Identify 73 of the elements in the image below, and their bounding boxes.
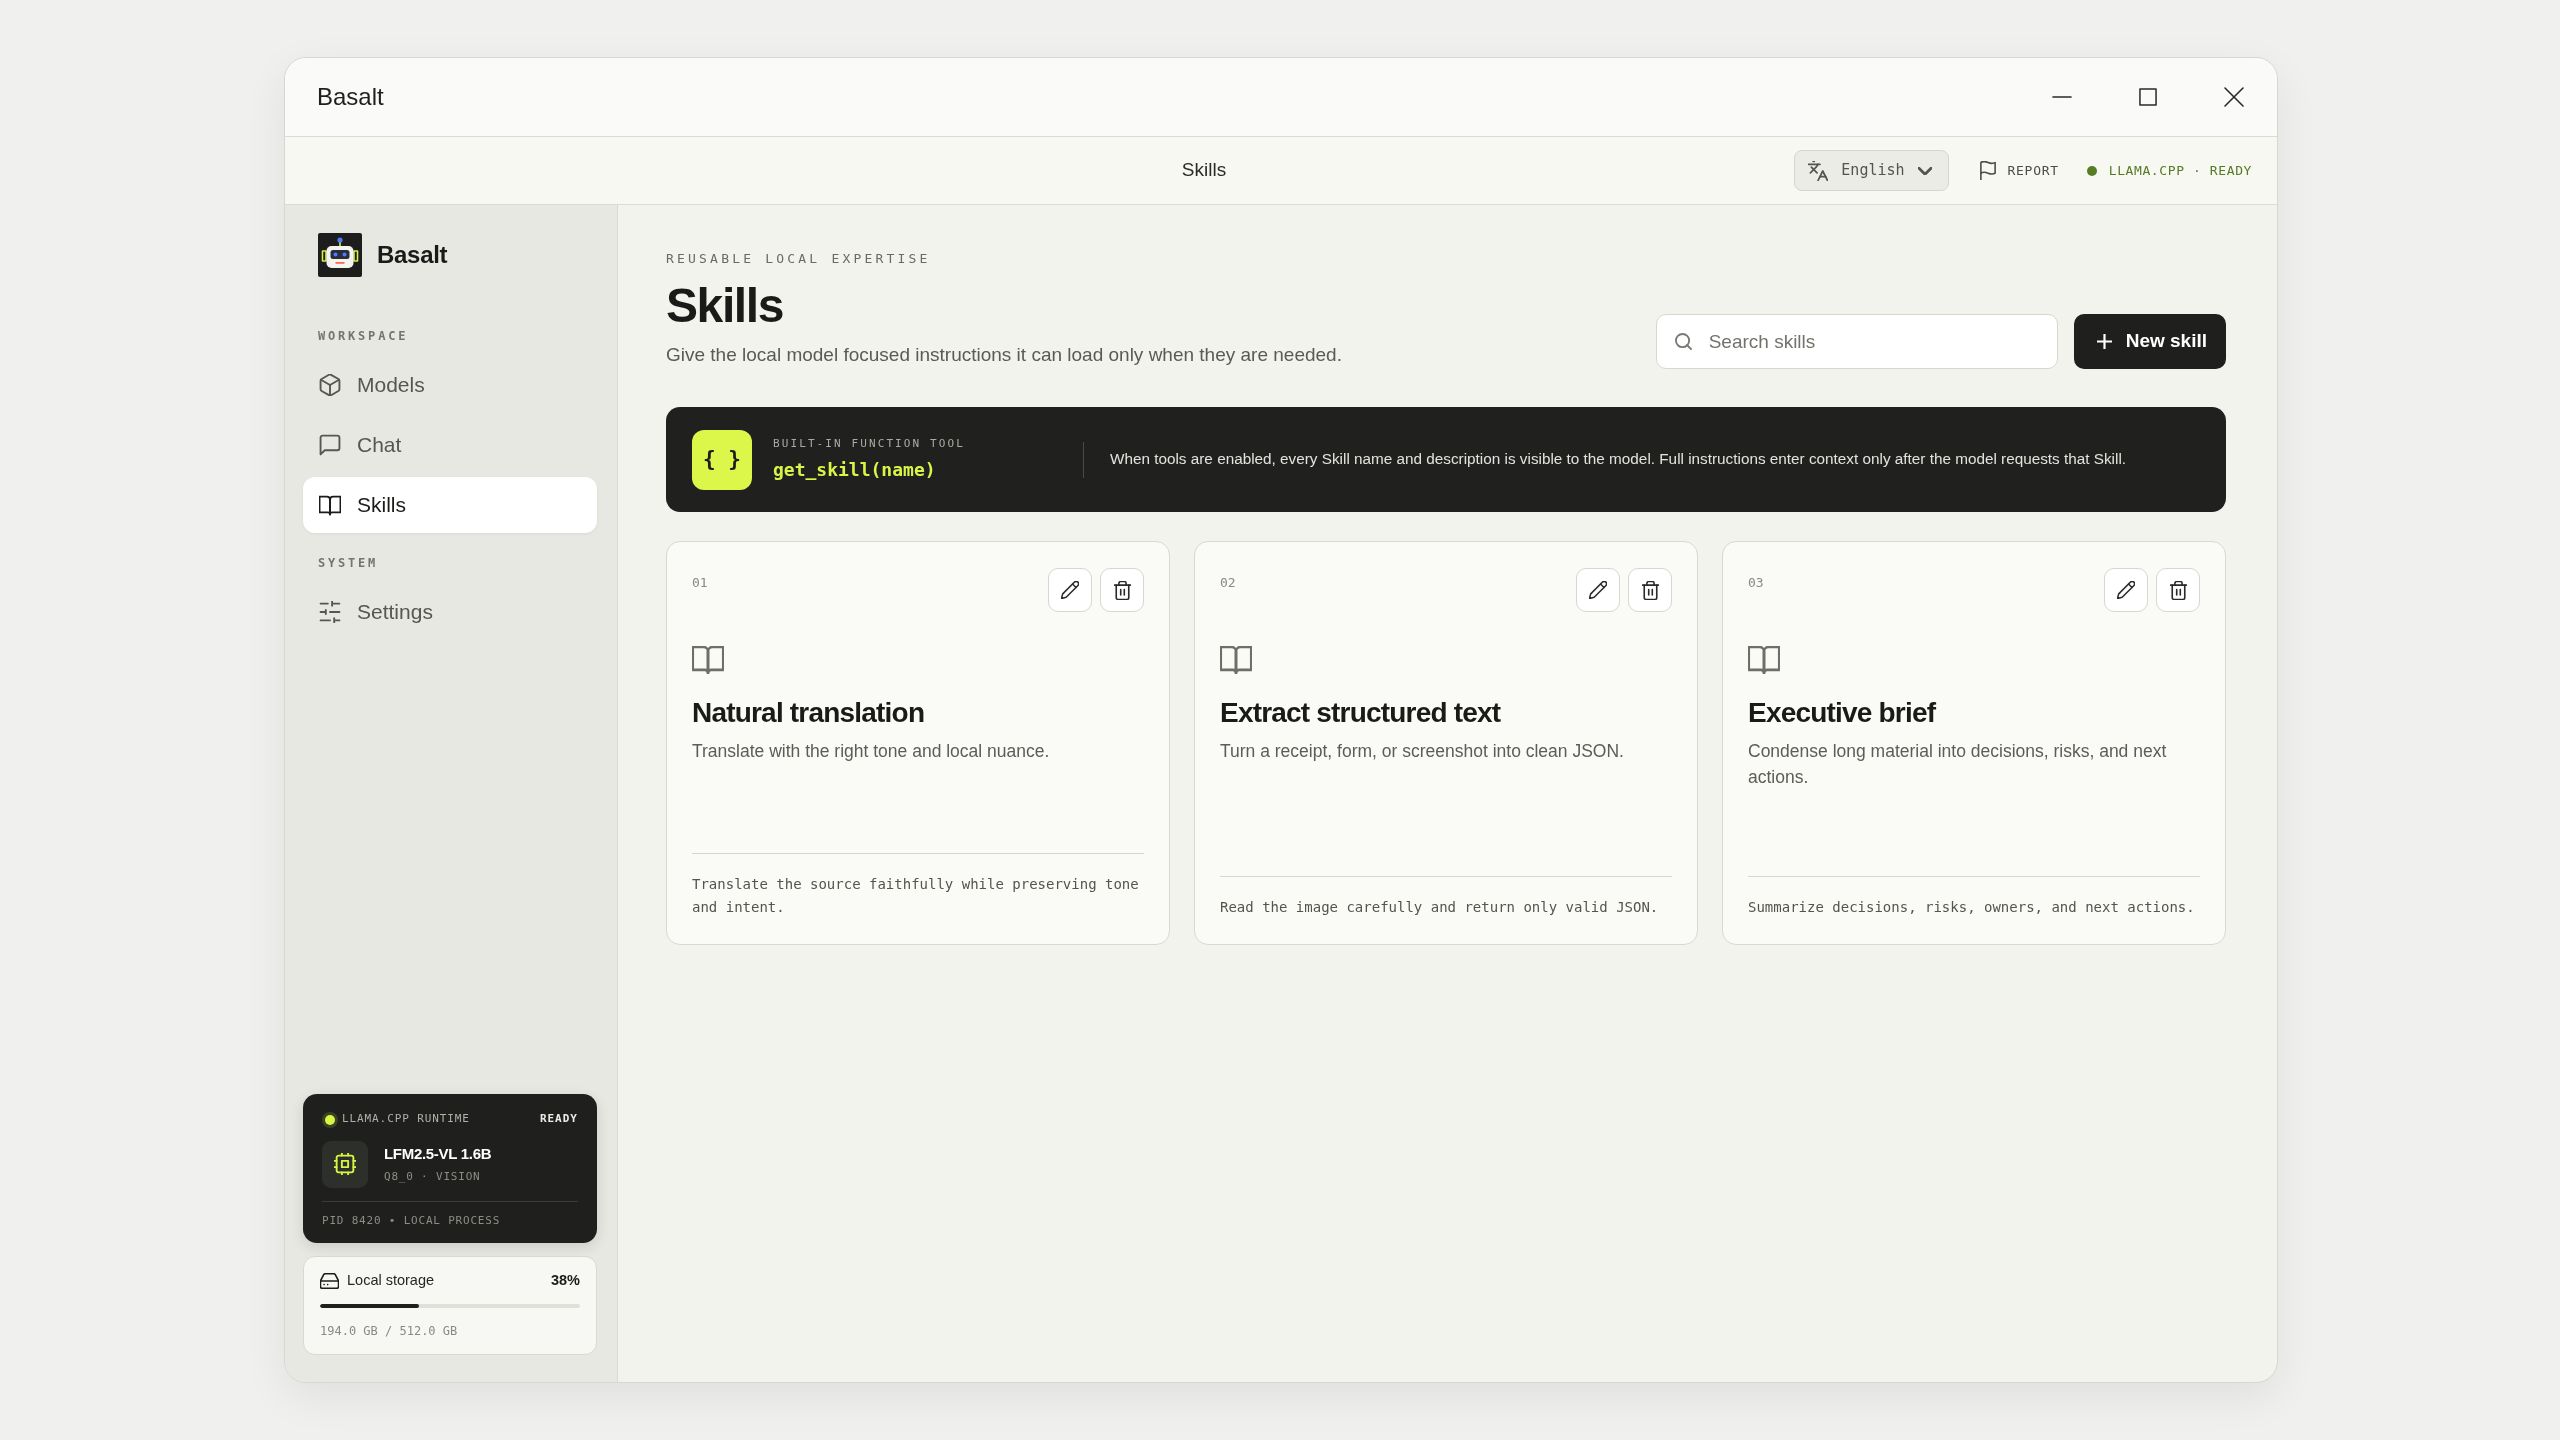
delete-button[interactable] xyxy=(1628,568,1672,612)
storage-usage: 194.0 GB / 512.0 GB xyxy=(320,1323,459,1340)
chip-icon xyxy=(322,1140,368,1188)
page-header-title: Skills xyxy=(1181,159,1227,181)
plus-icon xyxy=(2096,334,2112,349)
page-subtitle: Give the local model focused instructions it can load only when they are needed. xyxy=(666,343,1342,367)
model-details: Q8_0 · VISION xyxy=(384,1168,482,1185)
banner-description: When tools are enabled, every Skill name and description is visible to the model. Full instructions enter context only after the model requests that Skill. xyxy=(1110,449,2127,470)
maximize-icon xyxy=(2139,88,2157,106)
page-title: Skills xyxy=(666,279,784,332)
storage-label: Local storage xyxy=(347,1271,435,1291)
skill-instructions: Translate the source faithfully while preserving tone and intent. xyxy=(692,853,1144,919)
trash-icon xyxy=(2169,580,2187,600)
pencil-icon xyxy=(1589,581,1607,599)
cube-icon xyxy=(319,374,341,396)
function-name: get_skill(name) xyxy=(773,458,937,483)
skill-description: Turn a receipt, form, or screenshot into clean JSON. xyxy=(1220,740,1625,763)
braces-symbol: { } xyxy=(692,429,752,490)
hard-drive-icon xyxy=(320,1273,339,1290)
skill-instructions: Read the image carefully and return only valid JSON. xyxy=(1220,876,1672,919)
language-dropdown[interactable]: English xyxy=(1794,150,1949,191)
page-eyebrow: REUSABLE LOCAL EXPERTISE xyxy=(666,251,932,267)
sidebar-nav-item[interactable]: Skills xyxy=(303,477,597,533)
app-name: Basalt xyxy=(377,240,448,270)
status-dot-icon xyxy=(2086,165,2097,176)
robot-logo-icon xyxy=(318,233,362,277)
edit-button[interactable] xyxy=(1048,568,1092,612)
sliders-icon xyxy=(319,601,341,623)
search-field[interactable]: Search skills xyxy=(1655,314,2058,369)
runtime-ready-status: READY xyxy=(539,1111,578,1128)
edit-button[interactable] xyxy=(1576,568,1620,612)
chevron-down-icon xyxy=(1917,166,1932,175)
skill-description: Translate with the right tone and local nuance. xyxy=(692,740,1051,763)
skill-description: Condense long material into decisions, risks, and next actions. xyxy=(1748,740,2168,789)
window-title: Basalt xyxy=(317,82,384,112)
skill-title: Executive brief xyxy=(1748,696,1937,730)
section-label: SYSTEM xyxy=(318,555,380,571)
book-icon xyxy=(319,494,341,516)
skill-number: 03 xyxy=(1748,574,1764,592)
chat-bubble-icon xyxy=(319,434,341,456)
book-icon xyxy=(1220,646,1252,674)
edit-button[interactable] xyxy=(2104,568,2148,612)
minimize-icon xyxy=(2052,96,2072,98)
sidebar-nav-item[interactable]: Models xyxy=(303,357,597,413)
banner-label: BUILT-IN FUNCTION TOOL xyxy=(773,435,966,452)
pencil-icon xyxy=(2117,581,2135,599)
search-icon xyxy=(1674,333,1692,350)
runtime-label: LLAMA.CPP RUNTIME xyxy=(342,1111,470,1128)
skill-instructions: Summarize decisions, risks, owners, and next actions. xyxy=(1748,876,2200,919)
report-link[interactable]: REPORT xyxy=(1979,160,2059,181)
close-icon xyxy=(2224,87,2244,107)
delete-button[interactable] xyxy=(1100,568,1144,612)
delete-button[interactable] xyxy=(2156,568,2200,612)
pencil-icon xyxy=(1061,581,1079,599)
status-dot-icon xyxy=(322,1111,338,1128)
new-skill-button[interactable]: New skill xyxy=(2073,314,2226,369)
skill-title: Extract structured text xyxy=(1220,696,1502,730)
book-icon xyxy=(1748,646,1780,674)
storage-percent: 38% xyxy=(550,1271,580,1291)
skill-number: 02 xyxy=(1220,574,1236,592)
flag-icon xyxy=(1979,161,1996,180)
model-name: LFM2.5-VL 1.6B xyxy=(384,1144,492,1165)
translate-icon xyxy=(1808,160,1829,181)
process-info: PID 8420 • LOCAL PROCESS xyxy=(322,1200,578,1230)
section-label: WORKSPACE xyxy=(318,328,410,344)
trash-icon xyxy=(1113,580,1131,600)
book-icon xyxy=(692,646,724,674)
runtime-status: LLAMA.CPP · READY xyxy=(2108,161,2252,180)
skill-number: 01 xyxy=(692,574,708,592)
sidebar-nav-item[interactable]: Chat xyxy=(303,417,597,473)
trash-icon xyxy=(1641,580,1659,600)
skill-title: Natural translation xyxy=(692,696,926,730)
sidebar-nav-item[interactable]: Settings xyxy=(303,584,597,640)
